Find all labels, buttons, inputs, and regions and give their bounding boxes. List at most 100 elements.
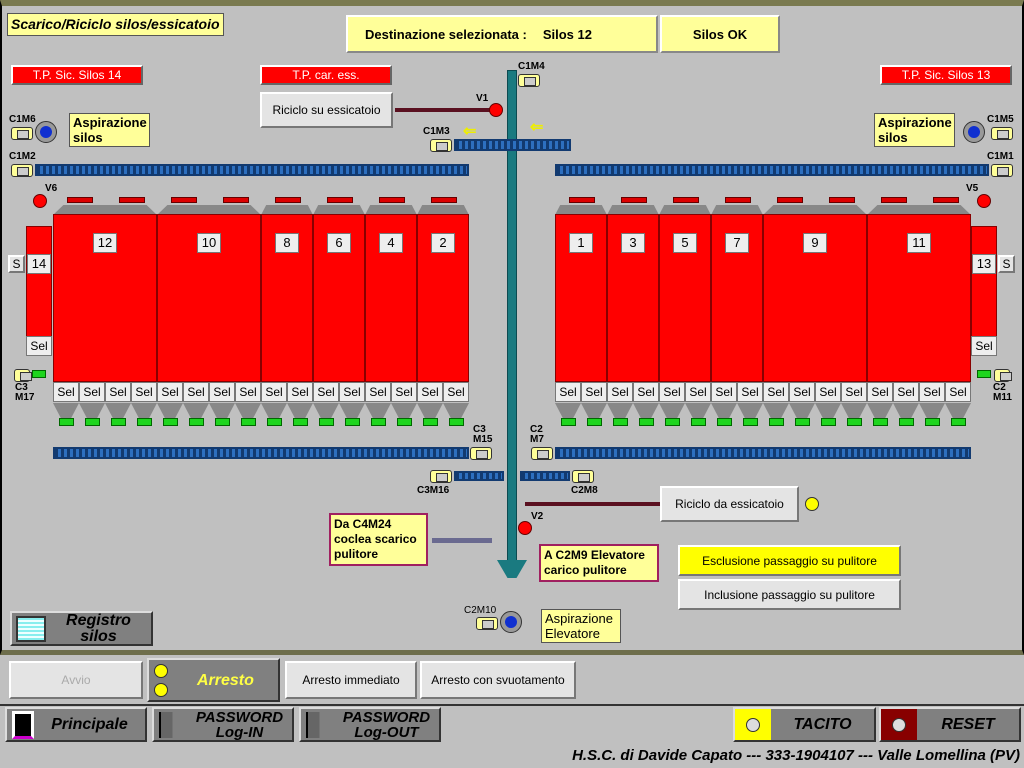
sel-button[interactable]: Sel xyxy=(53,382,79,402)
gate-icon xyxy=(673,197,699,203)
valve-v5-icon[interactable] xyxy=(977,194,991,208)
gate-icon xyxy=(569,197,595,203)
sel-button[interactable]: Sel xyxy=(79,382,105,402)
motor-label: C2M10 xyxy=(464,605,497,616)
sel-button[interactable]: Sel xyxy=(339,382,365,402)
arresto-button[interactable]: Arresto xyxy=(147,658,280,702)
sel-button[interactable]: Sel xyxy=(581,382,607,402)
sel-button[interactable]: Sel xyxy=(443,382,469,402)
keypad-icon xyxy=(159,711,187,738)
valve-v6-icon[interactable] xyxy=(33,194,47,208)
sel-button[interactable]: Sel xyxy=(105,382,131,402)
sel-button[interactable]: Sel xyxy=(919,382,945,402)
silo-number: 1 xyxy=(569,233,593,253)
sel-button[interactable]: Sel xyxy=(313,382,339,402)
arresto-immediato-button[interactable]: Arresto immediato xyxy=(285,661,417,699)
registro-silos-button[interactable]: Registro silos xyxy=(10,611,153,646)
a-c2m9-label: A C2M9 Elevatore carico pulitore xyxy=(539,544,659,582)
silo-13-s-button[interactable]: S xyxy=(998,255,1015,273)
sel-button[interactable]: Sel xyxy=(685,382,711,402)
sel-button[interactable]: Sel xyxy=(235,382,261,402)
sel-button[interactable]: Sel xyxy=(261,382,287,402)
sel-button[interactable]: Sel xyxy=(867,382,893,402)
sel-button[interactable]: Sel xyxy=(391,382,417,402)
motor-c1m3-icon xyxy=(430,139,452,152)
silo-number: 5 xyxy=(673,233,697,253)
principale-button[interactable]: Principale xyxy=(5,707,147,742)
valve-v2-icon[interactable] xyxy=(518,521,532,535)
fan-icon xyxy=(500,611,522,633)
arresto-label: Arresto xyxy=(197,672,254,689)
reset-button[interactable]: RESET xyxy=(879,707,1021,742)
gate-icon xyxy=(223,197,249,203)
extractor-icon xyxy=(293,418,308,426)
gate-icon xyxy=(777,197,803,203)
gate-icon xyxy=(379,197,405,203)
password-logout-button[interactable]: PASSWORD Log-OUT xyxy=(299,707,441,742)
sel-button[interactable]: Sel xyxy=(841,382,867,402)
tacito-button[interactable]: TACITO xyxy=(733,707,876,742)
password-login-button[interactable]: PASSWORD Log-IN xyxy=(152,707,294,742)
extractor-icon xyxy=(397,418,412,426)
valve-label: V6 xyxy=(45,183,58,194)
motor-c2m11-icon xyxy=(994,369,1012,382)
motor-label: C1M3 xyxy=(423,126,450,137)
sel-button[interactable]: Sel xyxy=(417,382,443,402)
sel-button[interactable]: Sel xyxy=(815,382,841,402)
sel-button[interactable]: Sel xyxy=(737,382,763,402)
sel-button[interactable]: Sel xyxy=(365,382,391,402)
tacito-lamp-icon xyxy=(735,709,771,740)
registro-silos-label: Registro silos xyxy=(66,611,131,645)
gate-icon xyxy=(621,197,647,203)
arresto-svuotamento-button[interactable]: Arresto con svuotamento xyxy=(420,661,576,699)
sel-button[interactable]: Sel xyxy=(287,382,313,402)
sel-button[interactable]: Sel xyxy=(131,382,157,402)
sel-button[interactable]: Sel xyxy=(607,382,633,402)
sel-button[interactable]: Sel xyxy=(893,382,919,402)
sel-button[interactable]: Sel xyxy=(209,382,235,402)
silo-number: 6 xyxy=(327,233,351,253)
silo-14-sel-button[interactable]: Sel xyxy=(26,336,52,356)
aspirazione-silos-label: Aspirazione silos xyxy=(874,113,955,147)
gate-icon xyxy=(67,197,93,203)
sel-button[interactable]: Sel xyxy=(789,382,815,402)
riciclo-su-essicatoio-button[interactable]: Riciclo su essicatoio xyxy=(260,92,393,128)
motor-c1m5-icon xyxy=(991,127,1013,140)
sel-button[interactable]: Sel xyxy=(157,382,183,402)
esclusione-pulitore-button[interactable]: Esclusione passaggio su pulitore xyxy=(678,545,901,576)
motor-label: C3 M17 xyxy=(15,382,35,403)
silo-number: 12 xyxy=(93,233,117,253)
gate-icon xyxy=(933,197,959,203)
footer-credits: H.S.C. di Davide Capato --- 333-1904107 … xyxy=(572,747,1020,764)
sel-button[interactable]: Sel xyxy=(945,382,971,402)
riciclo-da-essicatoio-button[interactable]: Riciclo da essicatoio xyxy=(660,486,799,522)
arrow-left-icon: ⇐ xyxy=(463,123,477,140)
silo-13-sel-button[interactable]: Sel xyxy=(971,336,997,356)
silo-14-s-button[interactable]: S xyxy=(8,255,25,273)
sel-button[interactable]: Sel xyxy=(659,382,685,402)
extractor-icon xyxy=(59,418,74,426)
sel-button[interactable]: Sel xyxy=(633,382,659,402)
motor-c3m15-icon xyxy=(470,447,492,460)
gate-icon xyxy=(327,197,353,203)
valve-v1-icon[interactable] xyxy=(489,103,503,117)
silo-number: 3 xyxy=(621,233,645,253)
page-title: Scarico/Riciclo silos/essicatoio xyxy=(7,13,224,36)
gate-icon xyxy=(881,197,907,203)
avvio-button[interactable]: Avvio xyxy=(9,661,143,699)
gate-icon xyxy=(725,197,751,203)
fan-icon xyxy=(963,121,985,143)
motor-label: C1M2 xyxy=(9,151,36,162)
inclusione-pulitore-button[interactable]: Inclusione passaggio su pulitore xyxy=(678,579,901,610)
extractor-icon xyxy=(137,418,152,426)
extractor-icon xyxy=(613,418,628,426)
extractor-icon xyxy=(665,418,680,426)
sel-button[interactable]: Sel xyxy=(183,382,209,402)
sel-button[interactable]: Sel xyxy=(711,382,737,402)
sel-button[interactable]: Sel xyxy=(763,382,789,402)
sel-button[interactable]: Sel xyxy=(555,382,581,402)
motor-label: C1M1 xyxy=(987,151,1014,162)
conveyor-c1m3 xyxy=(454,139,571,151)
silo-number: 11 xyxy=(907,233,931,253)
motor-label: C2 M7 xyxy=(530,424,544,445)
